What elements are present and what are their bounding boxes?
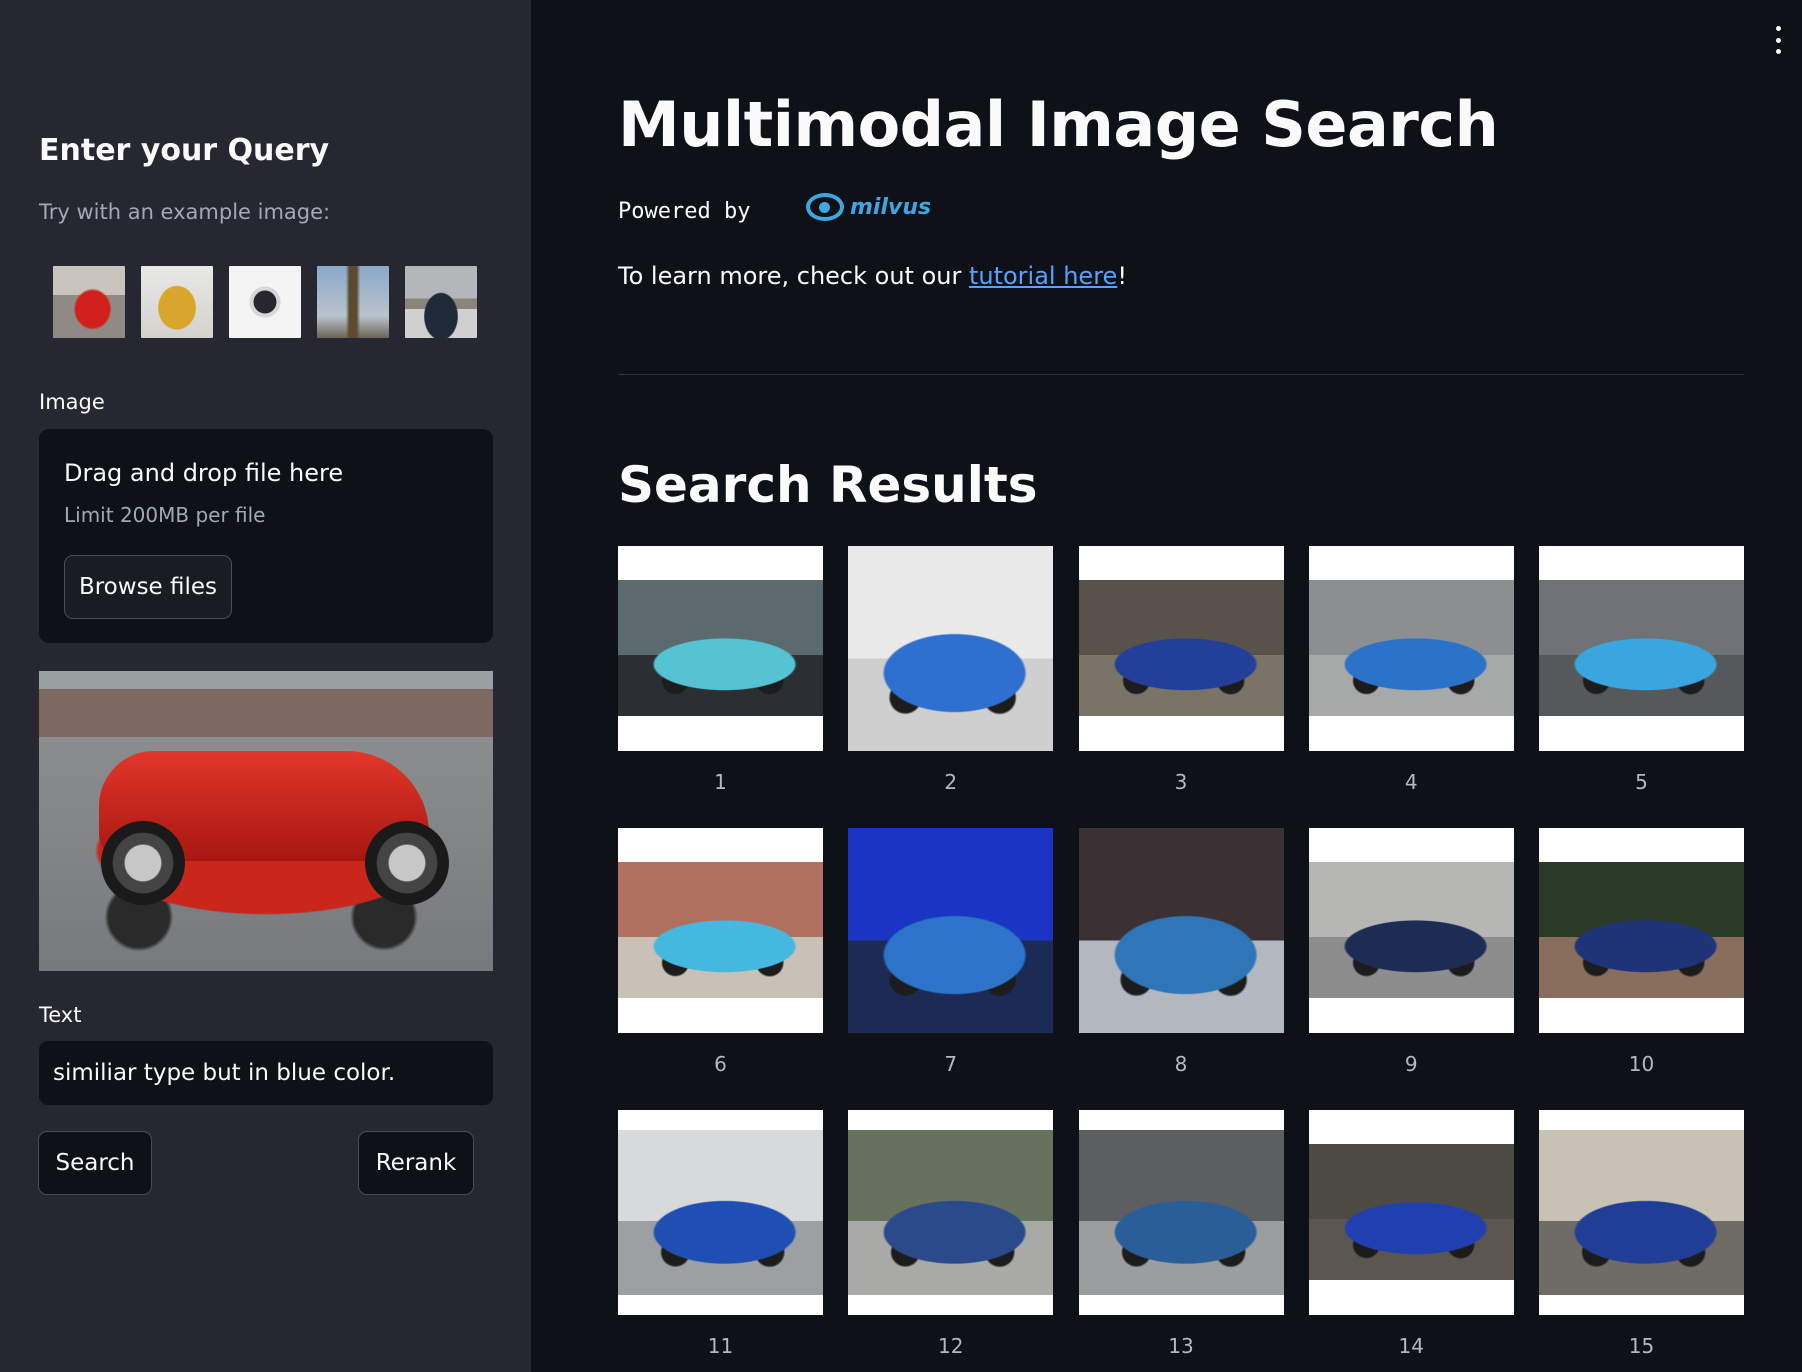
- result-photo: [618, 862, 823, 998]
- result-photo: [848, 546, 1054, 751]
- result-rank-label: 3: [1174, 770, 1188, 794]
- search-button[interactable]: Search: [38, 1131, 152, 1195]
- results-title: Search Results: [618, 456, 1038, 514]
- text-label: Text: [39, 1003, 82, 1027]
- result-item: 14: [1308, 1110, 1514, 1372]
- result-item: 2: [848, 546, 1054, 828]
- result-rank-label: 9: [1404, 1052, 1418, 1076]
- result-item: 7: [848, 828, 1054, 1110]
- result-image[interactable]: [1539, 546, 1744, 751]
- result-rank-label: 4: [1404, 770, 1418, 794]
- result-image[interactable]: [618, 828, 823, 1033]
- result-rank-label: 13: [1168, 1334, 1194, 1358]
- result-rank-label: 1: [714, 770, 727, 794]
- example-image-eiffel-tower[interactable]: [317, 266, 389, 338]
- result-item: 10: [1539, 828, 1744, 1110]
- divider: [618, 374, 1744, 375]
- sidebar-title: Enter your Query: [39, 133, 330, 168]
- result-photo: [1539, 580, 1744, 716]
- result-rank-label: 11: [707, 1334, 734, 1358]
- result-image[interactable]: [1078, 546, 1284, 751]
- result-item: 8: [1078, 828, 1284, 1110]
- result-rank-label: 7: [944, 1052, 958, 1076]
- main-menu-kebab-icon[interactable]: [1772, 26, 1784, 54]
- result-rank-label: 6: [714, 1052, 727, 1076]
- learn-prefix: To learn more, check out our: [618, 262, 969, 290]
- result-item: 3: [1078, 546, 1284, 828]
- result-photo: [1078, 1130, 1284, 1295]
- query-text-input[interactable]: [39, 1041, 493, 1105]
- result-image[interactable]: [1078, 1110, 1284, 1315]
- sidebar: Enter your Query Try with an example ima…: [0, 0, 531, 1372]
- result-photo: [1539, 862, 1744, 998]
- file-uploader-dropzone[interactable]: Drag and drop file here Limit 200MB per …: [39, 429, 493, 643]
- image-label: Image: [39, 390, 105, 414]
- result-image[interactable]: [848, 546, 1054, 751]
- preview-wheel-front: [101, 821, 185, 905]
- result-item: 1: [618, 546, 823, 828]
- result-photo: [618, 1130, 823, 1295]
- result-item: 15: [1539, 1110, 1744, 1372]
- results-grid: 1 2 3 4 5 6 7 8 9 10 11 12 13 14 15: [618, 546, 1744, 1372]
- result-rank-label: 5: [1635, 770, 1648, 794]
- result-item: 13: [1078, 1110, 1284, 1372]
- page-title: Multimodal Image Search: [618, 88, 1499, 161]
- preview-wheel-rear: [365, 821, 449, 905]
- result-photo: [848, 1130, 1054, 1295]
- result-image[interactable]: [1539, 828, 1744, 1033]
- result-photo: [1308, 862, 1514, 998]
- dropzone-limit: Limit 200MB per file: [64, 503, 266, 527]
- result-image[interactable]: [1308, 1110, 1514, 1315]
- result-image[interactable]: [1078, 828, 1284, 1033]
- result-image[interactable]: [1308, 546, 1514, 751]
- milvus-logo: milvus: [806, 193, 931, 221]
- rerank-button[interactable]: Rerank: [358, 1131, 474, 1195]
- result-image[interactable]: [618, 1110, 823, 1315]
- learn-more-text: To learn more, check out our tutorial he…: [618, 262, 1127, 290]
- result-photo: [1308, 1144, 1514, 1280]
- result-image[interactable]: [848, 828, 1054, 1033]
- tutorial-link[interactable]: tutorial here: [969, 262, 1117, 290]
- result-rank-label: 15: [1628, 1334, 1655, 1358]
- result-image[interactable]: [618, 546, 823, 751]
- result-photo: [618, 580, 823, 716]
- result-photo: [848, 828, 1054, 1033]
- milvus-eye-icon: [806, 193, 844, 221]
- dropzone-instruction: Drag and drop file here: [64, 459, 344, 487]
- result-photo: [1078, 828, 1284, 1033]
- result-item: 5: [1539, 546, 1744, 828]
- result-rank-label: 10: [1628, 1052, 1655, 1076]
- result-rank-label: 2: [944, 770, 958, 794]
- milvus-logo-text: milvus: [850, 194, 932, 220]
- result-item: 11: [618, 1110, 823, 1372]
- result-photo: [1539, 1130, 1744, 1295]
- result-rank-label: 8: [1174, 1052, 1188, 1076]
- result-image[interactable]: [1539, 1110, 1744, 1315]
- result-item: 9: [1308, 828, 1514, 1110]
- result-image[interactable]: [1308, 828, 1514, 1033]
- result-item: 4: [1308, 546, 1514, 828]
- result-photo: [1078, 580, 1284, 716]
- example-image-red-car[interactable]: [53, 266, 125, 338]
- result-item: 12: [848, 1110, 1054, 1372]
- result-image[interactable]: [848, 1110, 1054, 1315]
- example-image-sedan[interactable]: [405, 266, 477, 338]
- learn-suffix: !: [1117, 262, 1127, 290]
- powered-by-label: Powered by: [618, 199, 751, 224]
- example-image-headphones[interactable]: [229, 266, 301, 338]
- result-rank-label: 14: [1398, 1334, 1424, 1358]
- result-item: 6: [618, 828, 823, 1110]
- result-rank-label: 12: [938, 1334, 964, 1358]
- example-images: [53, 266, 477, 338]
- example-hint: Try with an example image:: [39, 200, 331, 224]
- result-photo: [1308, 580, 1514, 716]
- query-image-preview: [39, 671, 493, 971]
- example-image-loader[interactable]: [141, 266, 213, 338]
- browse-files-button[interactable]: Browse files: [64, 555, 232, 619]
